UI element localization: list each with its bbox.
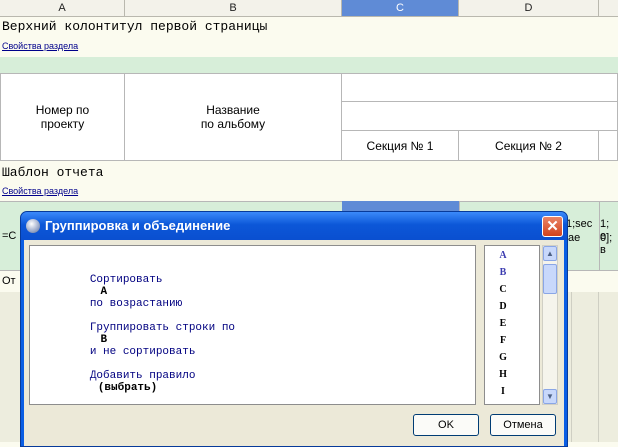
table-header-section-1[interactable]: Секция № 1	[342, 131, 459, 161]
section-properties-link[interactable]: Свойства раздела	[2, 41, 78, 51]
grid-line	[571, 292, 572, 442]
letter-item[interactable]: F	[485, 335, 521, 346]
letter-item[interactable]: D	[485, 301, 521, 312]
formula-fragment: =С	[2, 230, 17, 242]
column-header-a[interactable]: A	[0, 0, 125, 17]
rule-sort-label[interactable]: Сортировать	[90, 274, 163, 286]
column-header-b[interactable]: B	[125, 0, 342, 17]
table-header-section-2[interactable]: Секция № 2	[459, 131, 599, 161]
rules-panel: Сортировать A по возрастанию Группироват…	[29, 245, 476, 405]
rule-add: Добавить правило (выбрать)	[37, 358, 196, 406]
table-header-album-name-label: Название по альбому	[200, 103, 266, 131]
formula-fragment: 0]; в	[600, 232, 613, 256]
letter-item[interactable]: H	[485, 369, 521, 380]
table-header-subgroup-cell[interactable]	[342, 102, 618, 131]
scroll-thumb[interactable]	[543, 264, 557, 294]
page-header-title: Верхний колонтитул первой страницы	[2, 19, 268, 34]
ok-button[interactable]: OK	[413, 414, 479, 436]
rule-sort-column[interactable]: A	[90, 286, 118, 298]
letter-item[interactable]: B	[485, 267, 521, 278]
dialog-title-bar[interactable]: Группировка и объединение ✕	[21, 212, 567, 240]
letter-item[interactable]: E	[485, 318, 521, 329]
rule-group-column[interactable]: B	[90, 334, 118, 346]
column-header-c[interactable]: C	[342, 0, 459, 17]
footer-fragment: От	[2, 275, 16, 287]
scroll-down-icon[interactable]: ▼	[543, 389, 557, 404]
column-letter-list[interactable]: A B C D E F G H I	[484, 245, 540, 405]
grid-line	[598, 292, 599, 442]
section-1-label: Секция № 1	[366, 138, 434, 153]
section-2-label: Секция № 2	[495, 138, 562, 153]
formula-fragment: 1;sec	[566, 218, 593, 230]
rule-sort-order[interactable]: по возрастанию	[90, 298, 182, 310]
rule-group-order[interactable]: и не сортировать	[90, 346, 196, 358]
table-header-group-cell[interactable]	[342, 73, 618, 102]
dialog-client-area: Сортировать A по возрастанию Группироват…	[24, 240, 564, 446]
column-header-d[interactable]: D	[459, 0, 599, 17]
close-button[interactable]: ✕	[542, 216, 563, 237]
table-header-project-number[interactable]: Номер по проекту	[0, 73, 125, 161]
template-properties-link[interactable]: Свойства раздела	[2, 186, 78, 196]
letter-item[interactable]: A	[485, 250, 521, 261]
letter-list-scrollbar[interactable]: ▲ ▼	[542, 245, 558, 405]
formula-fragment: ae	[568, 232, 581, 244]
cancel-button[interactable]: Отмена	[490, 414, 556, 436]
add-rule-label[interactable]: Добавить правило	[90, 370, 196, 382]
letter-item[interactable]: I	[485, 386, 521, 397]
table-header-project-number-label: Номер по проекту	[35, 103, 90, 131]
report-template-title: Шаблон отчета	[2, 165, 104, 180]
table-header-album-name[interactable]: Название по альбому	[125, 73, 342, 161]
band-divider	[0, 57, 618, 73]
column-header-e[interactable]	[599, 0, 618, 17]
scroll-up-icon[interactable]: ▲	[543, 246, 557, 261]
choose-rule-button[interactable]: (выбрать)	[98, 382, 157, 394]
rule-group-label[interactable]: Группировать строки по	[90, 322, 235, 334]
app-icon	[26, 219, 40, 233]
dialog-title: Группировка и объединение	[45, 218, 231, 233]
letter-item[interactable]: C	[485, 284, 521, 295]
letter-item[interactable]: G	[485, 352, 521, 363]
grouping-dialog: Группировка и объединение ✕ Сортировать …	[20, 211, 568, 447]
table-header-section-3-partial[interactable]	[599, 131, 618, 161]
